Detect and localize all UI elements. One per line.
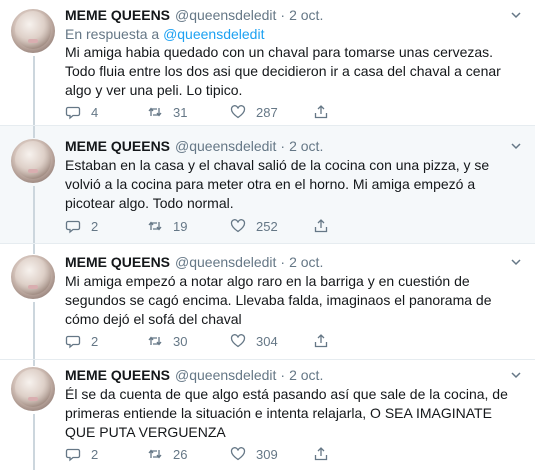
chevron-down-icon[interactable]: [511, 370, 521, 380]
tweet[interactable]: MEME QUEENS @queensdeledit · 2 oct. Esta…: [0, 126, 535, 243]
like-button[interactable]: 252: [230, 216, 278, 236]
like-count: 304: [256, 333, 278, 349]
user-handle[interactable]: @queensdeledit: [175, 138, 276, 154]
separator-dot: ·: [280, 254, 286, 270]
avatar[interactable]: [11, 367, 55, 411]
chevron-down-icon[interactable]: [511, 141, 521, 151]
share-button[interactable]: [313, 331, 329, 351]
tweet-header: MEME QUEENS @queensdeledit · 2 oct.: [65, 138, 323, 156]
share-icon: [314, 219, 328, 233]
heart-icon: [230, 334, 246, 348]
user-handle[interactable]: @queensdeledit: [175, 254, 276, 270]
thread-connector-line: [33, 414, 35, 470]
user-handle[interactable]: @queensdeledit: [175, 367, 276, 383]
tweet[interactable]: MEME QUEENS @queensdeledit · 2 oct. Mi a…: [0, 244, 535, 359]
separator-dot: ·: [280, 138, 286, 154]
reply-icon: [65, 448, 81, 462]
retweet-icon: [148, 107, 162, 117]
thread-connector-line: [33, 360, 35, 366]
like-count: 252: [256, 218, 278, 234]
display-name[interactable]: MEME QUEENS: [65, 367, 170, 383]
tweet-actions: 2 30 304: [65, 331, 365, 351]
retweet-icon: [148, 336, 162, 346]
tweet-thread: MEME QUEENS @queensdeledit · 2 oct. En r…: [0, 0, 535, 470]
chevron-down-icon[interactable]: [511, 10, 521, 20]
share-icon: [314, 447, 328, 461]
heart-icon: [230, 105, 246, 119]
tweet[interactable]: MEME QUEENS @queensdeledit · 2 oct. En r…: [0, 0, 535, 125]
tweet-text: Mi amiga habia quedado con un chaval par…: [65, 44, 501, 98]
like-button[interactable]: 304: [230, 331, 278, 351]
reply-count: 4: [91, 104, 99, 120]
display-name[interactable]: MEME QUEENS: [65, 7, 170, 23]
tweet-date[interactable]: 2 oct.: [289, 138, 323, 154]
reply-button[interactable]: 2: [65, 331, 98, 351]
reply-count: 2: [91, 446, 99, 462]
tweet-actions: 2 26 309: [65, 444, 365, 464]
like-count: 309: [256, 446, 278, 462]
retweet-count: 31: [173, 104, 188, 120]
like-button[interactable]: 287: [230, 102, 278, 122]
tweet-header: MEME QUEENS @queensdeledit · 2 oct.: [65, 367, 323, 385]
heart-icon: [230, 219, 246, 233]
reply-button[interactable]: 2: [65, 216, 98, 236]
thread-connector-line: [33, 244, 35, 254]
reply-count: 2: [91, 218, 99, 234]
separator-dot: ·: [280, 367, 286, 383]
reply-icon: [65, 220, 81, 234]
tweet-header: MEME QUEENS @queensdeledit · 2 oct.: [65, 7, 323, 25]
thread-connector-line: [33, 126, 35, 138]
display-name[interactable]: MEME QUEENS: [65, 254, 170, 270]
reply-icon: [65, 106, 81, 120]
share-icon: [314, 105, 328, 119]
tweet[interactable]: MEME QUEENS @queensdeledit · 2 oct. Él s…: [0, 360, 535, 470]
tweet-date[interactable]: 2 oct.: [289, 254, 323, 270]
thread-connector-line: [33, 56, 35, 125]
like-count: 287: [256, 104, 278, 120]
share-icon: [314, 334, 328, 348]
thread-connector-line: [33, 302, 35, 359]
reply-button[interactable]: 2: [65, 444, 98, 464]
retweet-button[interactable]: 31: [147, 102, 187, 122]
reply-handle-link[interactable]: @queensdeledit: [163, 26, 264, 42]
thread-connector-line: [33, 186, 35, 243]
heart-icon: [230, 447, 246, 461]
share-button[interactable]: [313, 444, 329, 464]
chevron-down-icon[interactable]: [511, 257, 521, 267]
tweet-text: Él se da cuenta de que algo está pasando…: [65, 386, 508, 440]
like-button[interactable]: 309: [230, 444, 278, 464]
reply-count: 2: [91, 333, 99, 349]
avatar[interactable]: [11, 9, 55, 53]
tweet-header: MEME QUEENS @queensdeledit · 2 oct.: [65, 254, 323, 272]
share-button[interactable]: [313, 102, 329, 122]
reply-button[interactable]: 4: [65, 102, 98, 122]
reply-context: En respuesta a @queensdeledit: [65, 26, 264, 42]
retweet-button[interactable]: 26: [147, 444, 187, 464]
tweet-actions: 4 31 287: [65, 102, 365, 122]
tweet-text: Mi amiga empezó a notar algo raro en la …: [65, 273, 492, 327]
retweet-button[interactable]: 30: [147, 331, 187, 351]
tweet-text: Estaban en la casa y el chaval salió de …: [65, 157, 490, 211]
reply-prefix: En respuesta a: [65, 26, 160, 42]
tweet-date[interactable]: 2 oct.: [289, 7, 323, 23]
share-button[interactable]: [313, 216, 329, 236]
avatar[interactable]: [11, 255, 55, 299]
retweet-icon: [148, 221, 162, 231]
retweet-count: 19: [173, 218, 188, 234]
retweet-icon: [148, 449, 162, 459]
display-name[interactable]: MEME QUEENS: [65, 138, 170, 154]
user-handle[interactable]: @queensdeledit: [175, 7, 276, 23]
retweet-count: 30: [173, 333, 188, 349]
retweet-count: 26: [173, 446, 188, 462]
tweet-date[interactable]: 2 oct.: [289, 367, 323, 383]
tweet-actions: 2 19 252: [65, 216, 365, 236]
separator-dot: ·: [280, 7, 286, 23]
retweet-button[interactable]: 19: [147, 216, 187, 236]
avatar[interactable]: [11, 139, 55, 183]
reply-icon: [65, 335, 81, 349]
